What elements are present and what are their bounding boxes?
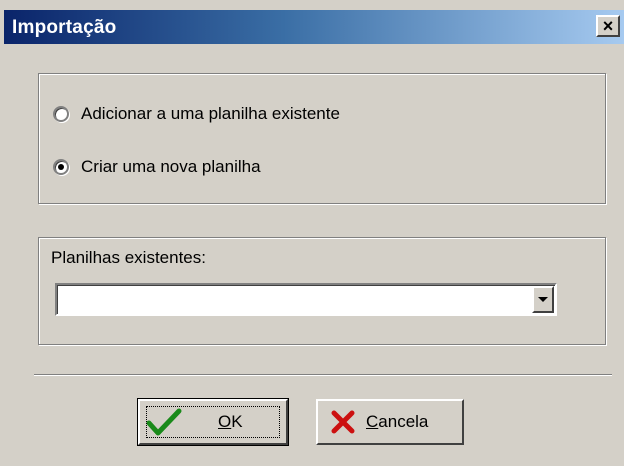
radio-add-existing-indicator[interactable]: [53, 106, 69, 122]
existing-sheets-group: Planilhas existentes:: [38, 237, 606, 345]
cancel-button[interactable]: Cancela: [316, 399, 464, 445]
radio-create-new-indicator[interactable]: [53, 159, 69, 175]
ok-button[interactable]: OK: [137, 398, 289, 446]
title-bar[interactable]: Importação ×: [4, 10, 624, 44]
import-mode-group: Adicionar a uma planilha existente Criar…: [38, 73, 606, 204]
separator: [34, 374, 612, 376]
existing-sheets-select[interactable]: [55, 283, 557, 316]
dropdown-button[interactable]: [532, 286, 554, 313]
dialog-title: Importação: [12, 17, 117, 38]
close-button[interactable]: ×: [596, 15, 620, 37]
radio-add-existing-label[interactable]: Adicionar a uma planilha existente: [81, 104, 340, 124]
radio-create-new-label[interactable]: Criar uma nova planilha: [81, 157, 261, 177]
ok-button-label: OK: [218, 412, 243, 431]
radio-selected-dot: [58, 164, 64, 170]
import-dialog: Importação × Adicionar a uma planilha ex…: [0, 0, 624, 466]
chevron-down-icon: [538, 297, 548, 302]
radio-create-new[interactable]: Criar uma nova planilha: [53, 157, 261, 177]
existing-sheets-label: Planilhas existentes:: [51, 248, 206, 267]
red-x-icon: [331, 410, 355, 434]
radio-add-existing[interactable]: Adicionar a uma planilha existente: [53, 104, 340, 124]
checkmark-icon: [146, 408, 182, 436]
close-icon: ×: [602, 16, 614, 36]
cancel-button-label: Cancela: [366, 412, 429, 431]
